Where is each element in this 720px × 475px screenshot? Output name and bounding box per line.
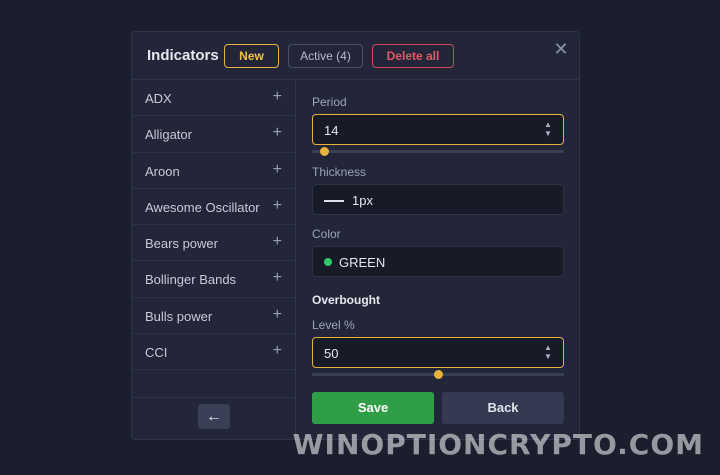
list-item-bears-power[interactable]: Bears power +: [132, 225, 295, 262]
delete-all-button[interactable]: Delete all: [372, 44, 454, 68]
period-label: Period: [312, 95, 347, 109]
list-item-label: Alligator: [145, 127, 192, 143]
plus-icon[interactable]: +: [273, 342, 282, 360]
list-item-bulls-power[interactable]: Bulls power +: [132, 298, 295, 335]
panel-header: Indicators New Active (4) Delete all ✕: [132, 32, 579, 80]
plus-icon[interactable]: +: [273, 197, 282, 215]
indicator-settings: Period 14 ▲ ▼ Thickness 1px Color GREEN O…: [296, 80, 579, 439]
plus-icon[interactable]: +: [273, 124, 282, 142]
list-item-bollinger-bands[interactable]: Bollinger Bands +: [132, 261, 295, 298]
level-value: 50: [324, 346, 339, 361]
list-item-label: Bears power: [145, 236, 218, 252]
list-item-label: Bulls power: [145, 308, 213, 324]
thickness-select[interactable]: 1px: [312, 184, 564, 215]
list-item-aroon[interactable]: Aroon +: [132, 153, 295, 189]
color-dot-icon: [324, 258, 332, 266]
plus-icon[interactable]: +: [273, 233, 282, 251]
plus-icon[interactable]: +: [273, 269, 282, 287]
level-slider-handle[interactable]: [433, 370, 443, 379]
line-icon: [324, 200, 344, 202]
thickness-label: Thickness: [312, 165, 367, 179]
period-input[interactable]: 14 ▲ ▼: [312, 114, 564, 145]
tab-active[interactable]: Active (4): [288, 44, 363, 68]
back-arrow-icon[interactable]: ←: [198, 404, 230, 429]
list-item-label: Bollinger Bands: [145, 272, 237, 288]
list-item-label: ADX: [145, 91, 172, 106]
indicators-panel: Indicators New Active (4) Delete all ✕ A…: [131, 31, 580, 440]
sidebar-footer: ←: [132, 397, 295, 439]
plus-icon[interactable]: +: [273, 161, 282, 179]
plus-icon[interactable]: +: [273, 306, 282, 324]
list-item-cci[interactable]: CCI +: [132, 334, 295, 371]
level-label: Level %: [312, 318, 355, 332]
overbought-heading: Overbought: [312, 293, 380, 307]
list-item-label: Awesome Oscillator: [145, 199, 260, 215]
list-item-adx[interactable]: ADX +: [132, 80, 295, 117]
watermark: WINOPTIONCRYPTO.COM: [292, 428, 704, 461]
list-item-awesome-oscillator[interactable]: Awesome Oscillator +: [132, 189, 295, 226]
back-button[interactable]: Back: [442, 392, 564, 424]
period-value: 14: [324, 123, 339, 138]
stepper-icon[interactable]: ▲ ▼: [543, 120, 553, 138]
period-slider[interactable]: [312, 147, 564, 156]
indicator-list: ADX + Alligator + Aroon + Awesome Oscill…: [132, 80, 296, 439]
list-item-alligator[interactable]: Alligator +: [132, 116, 295, 153]
tab-new[interactable]: New: [224, 44, 279, 68]
level-input[interactable]: 50 ▲ ▼: [312, 337, 564, 368]
list-item-label: CCI: [145, 345, 168, 361]
save-button[interactable]: Save: [312, 392, 434, 424]
plus-icon[interactable]: +: [273, 88, 282, 106]
list-item-label: Aroon: [145, 163, 180, 179]
color-select[interactable]: GREEN: [312, 246, 564, 277]
color-label: Color: [312, 227, 341, 241]
level-slider[interactable]: [312, 370, 564, 379]
panel-title: Indicators: [147, 47, 219, 64]
close-icon[interactable]: ✕: [553, 40, 569, 58]
thickness-value: 1px: [352, 193, 373, 208]
color-value: GREEN: [339, 255, 386, 270]
period-slider-handle[interactable]: [320, 147, 330, 156]
stepper-icon[interactable]: ▲ ▼: [543, 343, 553, 361]
